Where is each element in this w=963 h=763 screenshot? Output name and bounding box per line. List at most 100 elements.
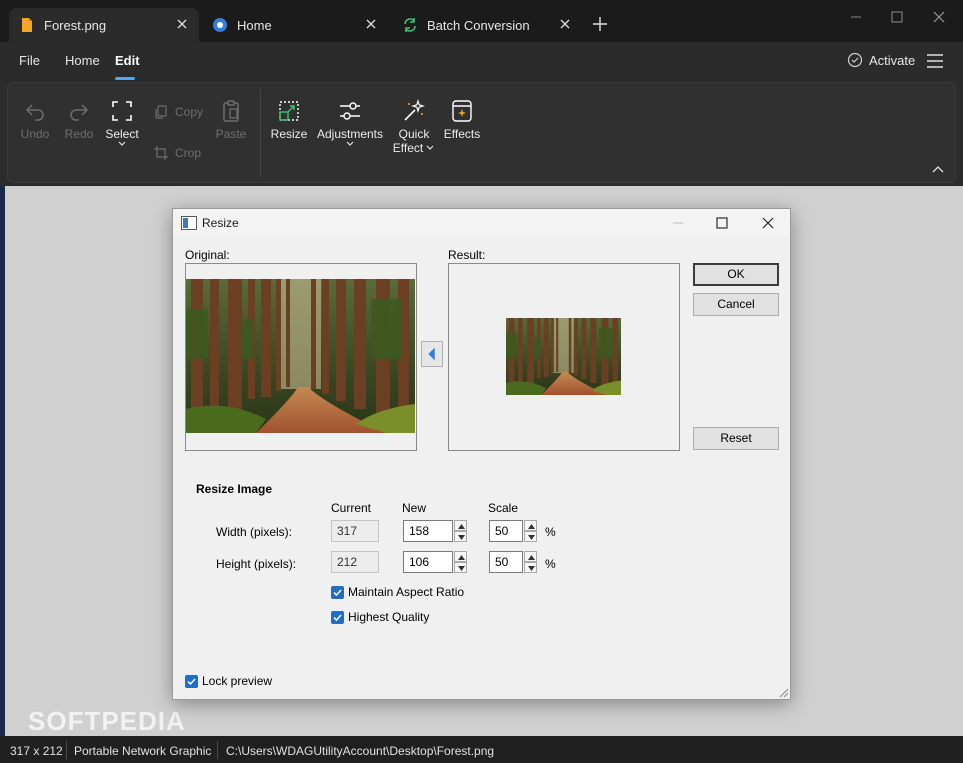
lock-preview-label: Lock preview xyxy=(202,674,273,688)
highest-quality-label: Highest Quality xyxy=(348,610,430,624)
tab-home[interactable]: Home xyxy=(202,8,388,42)
column-new: New xyxy=(402,501,427,515)
paste-button[interactable]: Paste xyxy=(213,99,249,141)
add-tab-icon[interactable] xyxy=(590,14,610,34)
highest-quality-checkbox[interactable]: Highest Quality xyxy=(331,610,429,624)
activate-label: Activate xyxy=(869,52,916,68)
close-icon[interactable] xyxy=(364,17,378,31)
stepper-up[interactable] xyxy=(454,520,467,531)
magic-wand-icon xyxy=(404,99,425,121)
chevron-down-icon xyxy=(528,535,535,540)
forest-image-result xyxy=(506,318,621,395)
close-icon[interactable] xyxy=(558,17,572,31)
menu-edit[interactable]: Edit xyxy=(115,53,140,68)
width-new-stepper[interactable] xyxy=(454,520,467,542)
height-new-stepper[interactable] xyxy=(454,551,467,573)
height-scale-stepper[interactable] xyxy=(524,551,537,573)
width-label: Width (pixels): xyxy=(216,525,293,539)
undo-label: Undo xyxy=(20,127,50,141)
chevron-down-icon xyxy=(458,566,465,571)
redo-label: Redo xyxy=(64,127,94,141)
copy-icon xyxy=(155,105,167,119)
height-current-field: 212 xyxy=(331,551,379,573)
maximize-icon[interactable] xyxy=(715,216,729,230)
ok-button[interactable]: OK xyxy=(693,263,779,286)
menu-file[interactable]: File xyxy=(19,53,40,68)
chevron-down-icon xyxy=(458,535,465,540)
crop-button[interactable]: Crop xyxy=(153,145,201,161)
chevron-down-icon xyxy=(118,141,126,146)
maximize-icon[interactable] xyxy=(888,8,906,26)
height-label: Height (pixels): xyxy=(216,557,297,571)
column-scale: Scale xyxy=(488,501,519,515)
dialog-title-bar[interactable]: Resize xyxy=(173,209,790,237)
stepper-down[interactable] xyxy=(454,531,467,542)
select-button[interactable]: Select xyxy=(102,99,142,151)
ribbon-separator xyxy=(260,89,261,177)
height-new-field[interactable]: 106 xyxy=(403,551,453,573)
effects-label: Effects xyxy=(443,127,481,141)
close-window-icon[interactable] xyxy=(930,8,948,26)
stepper-down[interactable] xyxy=(524,531,537,542)
close-icon[interactable] xyxy=(175,17,189,31)
menu-icon[interactable] xyxy=(926,53,944,69)
stepper-up[interactable] xyxy=(524,551,537,562)
copy-button[interactable]: Copy xyxy=(153,104,203,120)
image-icon xyxy=(181,216,197,230)
paste-label: Paste xyxy=(215,127,247,141)
chevron-up-icon xyxy=(458,524,465,529)
resize-grip-icon[interactable] xyxy=(777,686,789,698)
undo-icon xyxy=(25,104,44,121)
forest-image xyxy=(186,279,415,433)
width-scale-field[interactable]: 50 xyxy=(489,520,523,542)
tab-forest-png[interactable]: Forest.png xyxy=(9,8,199,42)
stepper-down[interactable] xyxy=(524,562,537,573)
resize-icon xyxy=(279,101,299,121)
checkbox-checked-icon xyxy=(185,674,198,688)
stepper-up[interactable] xyxy=(454,551,467,562)
undo-button[interactable]: Undo xyxy=(17,99,53,141)
activate-button[interactable]: Activate xyxy=(847,52,915,68)
column-current: Current xyxy=(331,501,372,515)
stepper-up[interactable] xyxy=(524,520,537,531)
status-path: C:\Users\WDAGUtilityAccount\Desktop\Fore… xyxy=(226,744,495,758)
chevron-up-icon xyxy=(528,524,535,529)
tab-label: Home xyxy=(237,17,272,33)
menu-home[interactable]: Home xyxy=(65,53,100,68)
tab-batch-conversion[interactable]: Batch Conversion xyxy=(392,8,582,42)
select-icon xyxy=(112,101,132,121)
effects-button[interactable]: Effects xyxy=(441,99,483,141)
quick-effect-label-line2: Effect xyxy=(391,141,437,155)
result-preview xyxy=(448,263,680,451)
width-new-field[interactable]: 158 xyxy=(403,520,453,542)
cancel-button[interactable]: Cancel xyxy=(693,293,779,316)
arrow-left-icon xyxy=(428,347,435,361)
chevron-down-icon xyxy=(426,145,434,150)
adjustments-button[interactable]: Adjustments xyxy=(313,99,387,151)
chevron-up-icon xyxy=(528,555,535,560)
stepper-down[interactable] xyxy=(454,562,467,573)
resize-button[interactable]: Resize xyxy=(269,99,309,141)
minimize-icon[interactable] xyxy=(847,8,865,26)
quick-effect-button[interactable]: Quick Effect xyxy=(391,99,437,155)
chevron-up-icon[interactable] xyxy=(930,162,946,176)
height-scale-field[interactable]: 50 xyxy=(489,551,523,573)
menu-bar: File Home Edit xyxy=(0,42,963,80)
refresh-icon xyxy=(404,18,416,32)
status-bar: 317 x 212 Portable Network Graphic C:\Us… xyxy=(0,736,963,763)
quick-effect-label-text: Effect xyxy=(392,141,424,155)
close-icon[interactable] xyxy=(761,216,775,230)
reset-button[interactable]: Reset xyxy=(693,427,779,450)
redo-icon xyxy=(70,104,89,121)
tab-label: Forest.png xyxy=(44,17,107,33)
quick-effect-label: Quick xyxy=(398,127,430,141)
effects-icon xyxy=(452,100,472,122)
chevron-down-icon xyxy=(346,141,354,146)
width-scale-stepper[interactable] xyxy=(524,520,537,542)
redo-button[interactable]: Redo xyxy=(61,99,97,141)
maintain-aspect-checkbox[interactable]: Maintain Aspect Ratio xyxy=(331,585,464,599)
copy-result-button[interactable] xyxy=(421,341,443,367)
lock-preview-checkbox[interactable]: Lock preview xyxy=(185,674,272,688)
maintain-aspect-label: Maintain Aspect Ratio xyxy=(348,585,465,599)
tab-bar: Forest.png Home Batch Conversion xyxy=(0,0,963,42)
